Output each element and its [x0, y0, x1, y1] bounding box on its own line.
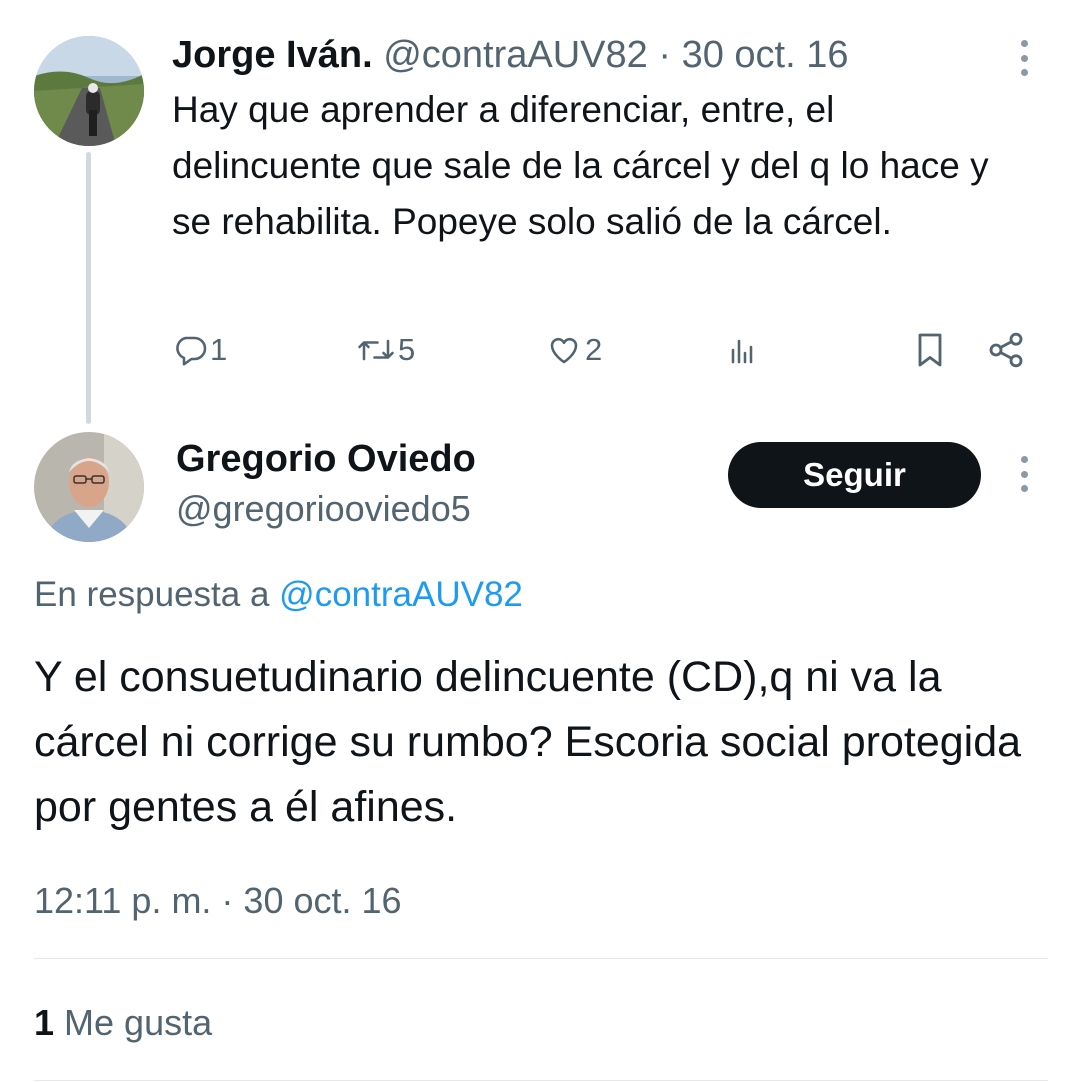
bookmark-icon: [918, 333, 942, 367]
thread-connector-line: [86, 152, 91, 424]
avatar-gregorio[interactable]: [34, 432, 144, 542]
divider: [34, 1080, 1048, 1081]
likes-count: 1: [34, 1002, 55, 1043]
reply-to-mention-link[interactable]: @contraAUV82: [279, 575, 523, 614]
like-count: 2: [585, 332, 603, 367]
likes-label: Me gusta: [64, 1002, 213, 1043]
header-separator: ·: [658, 34, 672, 76]
views-icon: [731, 339, 753, 364]
reply-tweet-timestamp[interactable]: 12:11 p. m. · 30 oct. 16: [34, 876, 402, 926]
reply-author-name[interactable]: Gregorio Oviedo: [176, 434, 476, 484]
retweet-button[interactable]: 5: [356, 322, 415, 378]
like-button[interactable]: 2: [545, 322, 602, 378]
likes-summary[interactable]: 1 Me gusta: [34, 998, 212, 1048]
parent-author-name[interactable]: Jorge Iván.: [172, 34, 373, 76]
more-icon[interactable]: [1018, 456, 1030, 492]
follow-button[interactable]: Seguir: [728, 442, 981, 508]
parent-author-handle[interactable]: @contraAUV82: [383, 34, 648, 76]
reply-icon: [176, 336, 207, 366]
parent-tweet-header: Jorge Iván. @contraAUV82 · 30 oct. 16: [172, 30, 848, 80]
like-icon: [550, 337, 578, 364]
reply-tweet-text: Y el consuetudinario delincuente (CD),q …: [34, 653, 1022, 831]
views-button[interactable]: [722, 322, 762, 378]
reply-button[interactable]: 1: [172, 322, 227, 378]
bookmark-button[interactable]: [910, 322, 950, 378]
reply-count: 1: [210, 332, 228, 367]
retweet-count: 5: [398, 332, 416, 367]
parent-tweet-date[interactable]: 30 oct. 16: [682, 34, 849, 76]
reply-to-prefix: En respuesta a: [34, 575, 270, 614]
parent-tweet-actions: 1 5 2: [0, 322, 1080, 378]
share-button[interactable]: [986, 322, 1026, 378]
reply-author-handle[interactable]: @gregoriooviedo5: [176, 485, 471, 533]
retweet-icon: [358, 339, 394, 361]
share-icon: [989, 332, 1023, 368]
avatar-jorge[interactable]: [34, 36, 144, 146]
reply-to-line: En respuesta a @contraAUV82: [34, 570, 523, 620]
parent-tweet-text: Hay que aprender a diferenciar, entre, e…: [172, 89, 989, 242]
more-icon[interactable]: [1018, 40, 1030, 76]
divider: [34, 958, 1048, 959]
